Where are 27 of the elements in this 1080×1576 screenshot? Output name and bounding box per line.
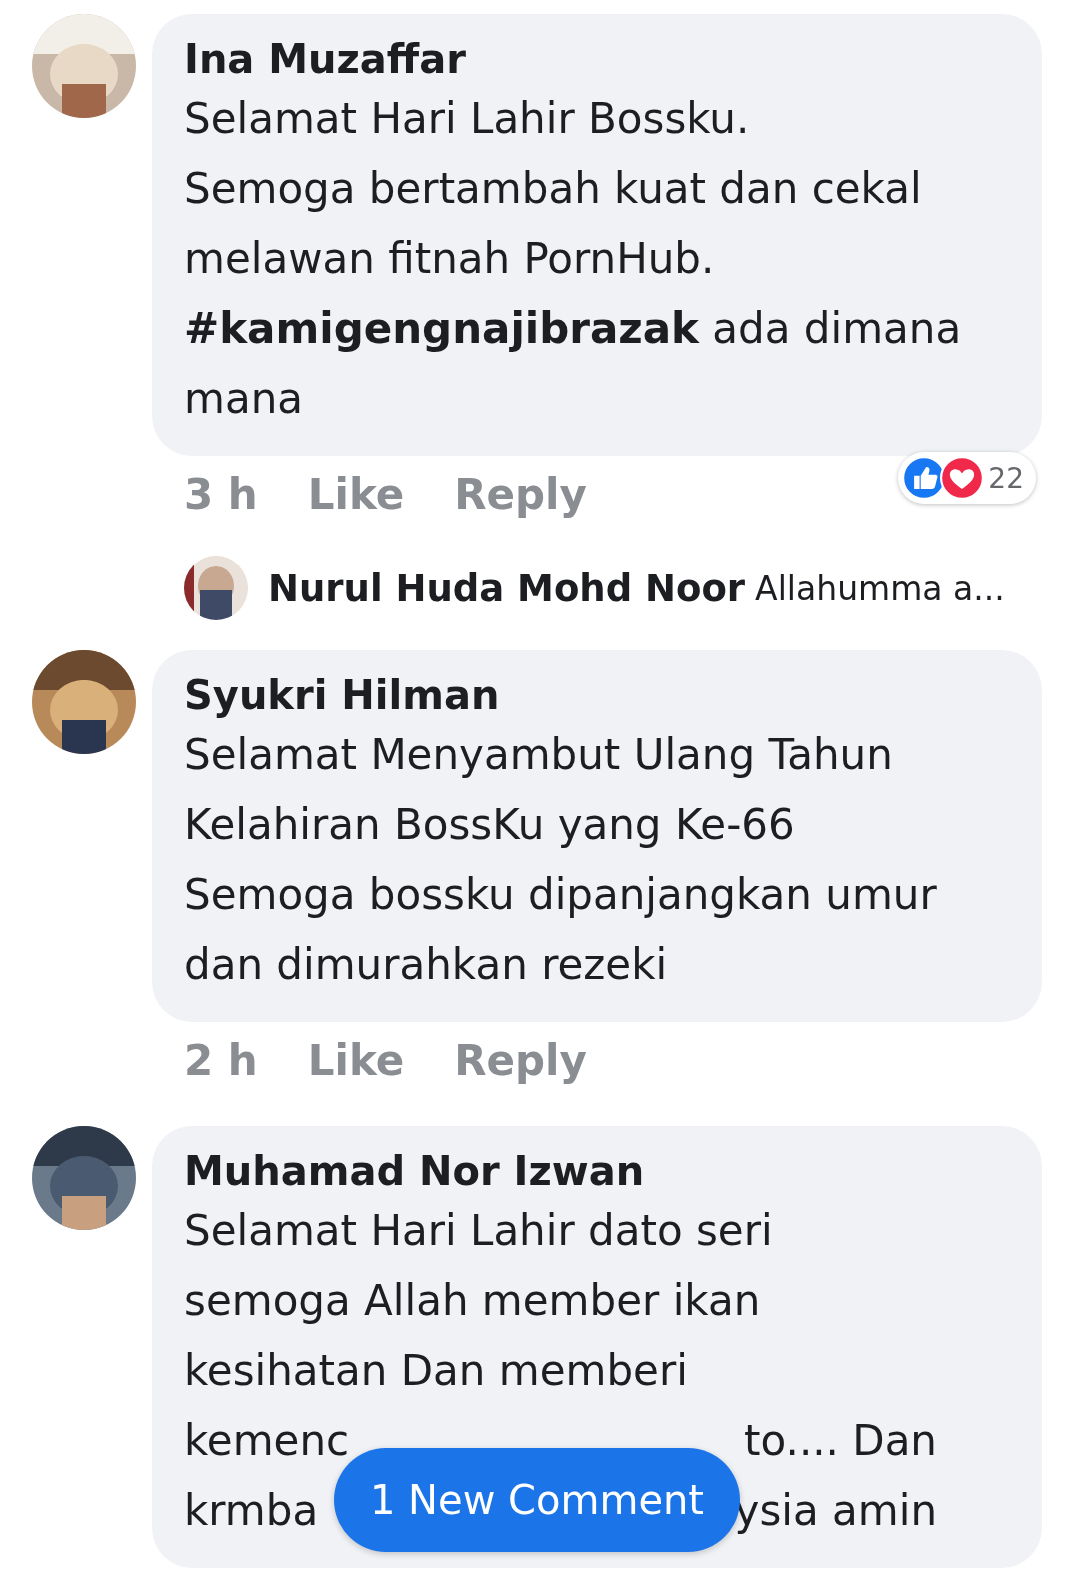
- comment-author[interactable]: Ina Muzaffar: [184, 34, 466, 84]
- like-link[interactable]: Like: [307, 460, 405, 530]
- reply-snippet[interactable]: Allahumma a...: [755, 568, 1005, 608]
- comment-text-line: Kelahiran BossKu yang Ke-66: [184, 799, 795, 851]
- comment-text-line: mana: [184, 373, 303, 425]
- comment-text-line: Selamat Menyambut Ulang Tahun: [184, 729, 893, 781]
- comment-text-fragment: krmba: [184, 1485, 319, 1537]
- comment-text-line: dan dimurahkan rezeki: [184, 939, 668, 991]
- comment-text-line: kesihatan Dan memberi: [184, 1345, 688, 1397]
- comment-text-line: semoga Allah member ikan: [184, 1275, 761, 1327]
- comment-text-fragment: to.... Dan: [744, 1415, 937, 1467]
- comment-time: 3 h: [184, 469, 258, 521]
- comment-author[interactable]: Muhamad Nor Izwan: [184, 1146, 645, 1196]
- comment-author[interactable]: Syukri Hilman: [184, 670, 500, 720]
- reply-link[interactable]: Reply: [454, 460, 587, 530]
- reaction-badge[interactable]: 22: [898, 452, 1036, 504]
- comment-time: 2 h: [184, 1035, 258, 1087]
- reply-link[interactable]: Reply: [454, 1026, 587, 1096]
- reply-author[interactable]: Nurul Huda Mohd Noor: [268, 566, 746, 610]
- comment-text-line: Semoga bertambah kuat dan cekal: [184, 163, 922, 215]
- heart-reaction-icon: [940, 456, 985, 500]
- comment-text-line: melawan fitnah PornHub.: [184, 233, 715, 285]
- comment-text-line: #kamigengnajibrazak ada dimana: [184, 303, 962, 355]
- comment-text-line: Selamat Hari Lahir Bossku.: [184, 93, 750, 145]
- comment-text-line: Selamat Hari Lahir dato seri: [184, 1205, 773, 1257]
- like-link[interactable]: Like: [307, 1026, 405, 1096]
- comment-text-line: Semoga bossku dipanjangkan umur: [184, 869, 937, 921]
